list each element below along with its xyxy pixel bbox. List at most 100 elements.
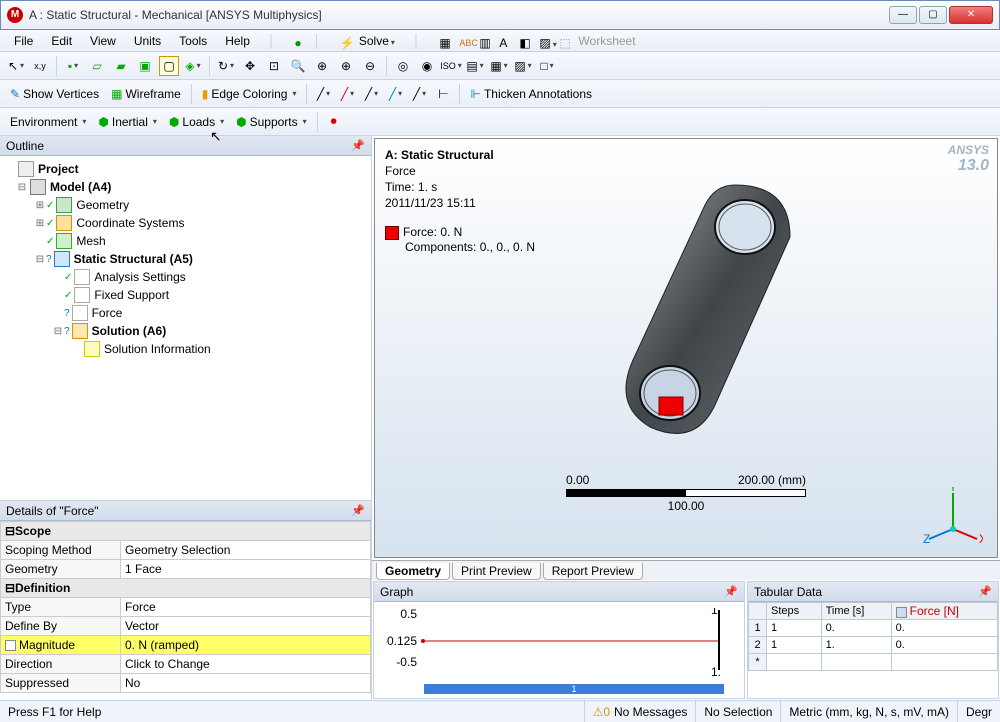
tree-project[interactable]: Project bbox=[36, 162, 81, 176]
edge-opt5-icon[interactable]: ╱ bbox=[409, 84, 429, 104]
row-1-steps[interactable]: 1 bbox=[767, 620, 822, 637]
menu-help[interactable]: Help bbox=[217, 32, 258, 50]
iso-icon[interactable]: ISO bbox=[441, 56, 461, 76]
edge-opt4-icon[interactable]: ╱ bbox=[385, 84, 405, 104]
inertial-button[interactable]: ⬢Inertial bbox=[94, 115, 161, 129]
record-icon[interactable]: ⏺ bbox=[324, 112, 344, 132]
viewport-3d[interactable]: A: Static Structural Force Time: 1. s 20… bbox=[374, 138, 998, 558]
edge-select-icon[interactable]: ▱ bbox=[87, 56, 107, 76]
solve-button[interactable]: Solve bbox=[351, 32, 403, 50]
loads-button[interactable]: ⬢Loads bbox=[165, 115, 228, 129]
detail-direction-val[interactable]: Click to Change bbox=[121, 655, 371, 674]
detail-geom-val[interactable]: 1 Face bbox=[121, 560, 371, 579]
view3-icon[interactable]: ▨ bbox=[513, 56, 533, 76]
zoom-out-icon[interactable]: ⊖ bbox=[360, 56, 380, 76]
tb-icon-5[interactable]: ◧ bbox=[510, 32, 528, 50]
tb-icon-1[interactable]: ▦ bbox=[430, 32, 448, 50]
row-1-force[interactable]: 0. bbox=[891, 620, 997, 637]
row-1-time[interactable]: 0. bbox=[821, 620, 891, 637]
edge-opt1-icon[interactable]: ╱ bbox=[313, 84, 333, 104]
view4-icon[interactable]: □ bbox=[537, 56, 557, 76]
expand-icon[interactable]: ⊞ bbox=[34, 218, 46, 229]
row-new[interactable]: * bbox=[749, 654, 767, 671]
details-grid[interactable]: ⊟Scope Scoping MethodGeometry Selection … bbox=[0, 521, 371, 700]
close-button[interactable]: ✕ bbox=[949, 6, 993, 24]
tree-mesh[interactable]: Mesh bbox=[74, 234, 107, 248]
detail-scope-cat[interactable]: Scope bbox=[15, 524, 51, 538]
edge-opt3-icon[interactable]: ╱ bbox=[361, 84, 381, 104]
thicken-button[interactable]: ⊩Thicken Annotations bbox=[466, 87, 596, 101]
expand-icon[interactable]: ⊟ bbox=[52, 326, 64, 337]
menu-file[interactable]: File bbox=[6, 32, 41, 50]
body-select-icon[interactable]: ▣ bbox=[135, 56, 155, 76]
edge-opt2-icon[interactable]: ╱ bbox=[337, 84, 357, 104]
status-units[interactable]: Metric (mm, kg, N, s, mV, mA) bbox=[781, 701, 958, 722]
graph-selection-bar[interactable]: 1 bbox=[424, 684, 724, 694]
detail-def-cat[interactable]: Definition bbox=[15, 581, 70, 595]
tabular-grid[interactable]: StepsTime [s]Force [N] 110.0. 211.0. * bbox=[748, 602, 998, 698]
tree-model[interactable]: Model (A4) bbox=[48, 180, 113, 194]
face-select-icon[interactable]: ▰ bbox=[111, 56, 131, 76]
menu-edit[interactable]: Edit bbox=[43, 32, 80, 50]
view2-icon[interactable]: ▦ bbox=[489, 56, 509, 76]
maximize-button[interactable]: ▢ bbox=[919, 6, 947, 24]
tree-fixed-support[interactable]: Fixed Support bbox=[92, 288, 171, 302]
graph-area[interactable]: 0.5 -0.125 -0.5 1. 1. 1 bbox=[374, 602, 744, 698]
col-steps[interactable]: Steps bbox=[767, 603, 822, 620]
col-time[interactable]: Time [s] bbox=[821, 603, 891, 620]
expand-icon[interactable]: ⊟ bbox=[34, 254, 46, 265]
tb-icon-6[interactable]: ▨ bbox=[530, 32, 548, 50]
tb-icon-4[interactable]: A bbox=[490, 32, 508, 50]
pan-icon[interactable]: ✥ bbox=[240, 56, 260, 76]
row-2-time[interactable]: 1. bbox=[821, 637, 891, 654]
environment-button[interactable]: Environment bbox=[6, 115, 90, 129]
tb-abc-icon[interactable]: ABC bbox=[450, 32, 468, 50]
solve-icon[interactable]: ⚡ bbox=[331, 32, 349, 50]
tree-solution-info[interactable]: Solution Information bbox=[102, 342, 213, 356]
zoom-box-icon[interactable]: ⊡ bbox=[264, 56, 284, 76]
wireframe-button[interactable]: ▦Wireframe bbox=[107, 87, 185, 101]
tree-solution[interactable]: Solution (A6) bbox=[90, 324, 169, 338]
supports-button[interactable]: ⬢Supports bbox=[232, 115, 311, 129]
go-icon[interactable]: ● bbox=[285, 32, 303, 50]
graph-pin-icon[interactable]: 📌 bbox=[724, 585, 738, 598]
row-2-n[interactable]: 2 bbox=[749, 637, 767, 654]
tree-geometry[interactable]: Geometry bbox=[74, 198, 131, 212]
tab-report-preview[interactable]: Report Preview bbox=[543, 563, 643, 580]
show-vertices-button[interactable]: ✎Show Vertices bbox=[6, 87, 103, 101]
detail-scoping-val[interactable]: Geometry Selection bbox=[121, 541, 371, 560]
menu-view[interactable]: View bbox=[82, 32, 124, 50]
tree-coord[interactable]: Coordinate Systems bbox=[74, 216, 186, 230]
zoom-fit-icon[interactable]: ⊕ bbox=[312, 56, 332, 76]
col-force[interactable]: Force [N] bbox=[891, 603, 997, 620]
view-mode-icon[interactable]: ▤ bbox=[465, 56, 485, 76]
row-2-force[interactable]: 0. bbox=[891, 637, 997, 654]
tree-analysis-settings[interactable]: Analysis Settings bbox=[92, 270, 187, 284]
select-icon[interactable]: ↖ bbox=[6, 56, 26, 76]
force-col-checkbox[interactable] bbox=[896, 607, 907, 618]
cube-select-icon[interactable]: ◈ bbox=[183, 56, 203, 76]
tabular-pin-icon[interactable]: 📌 bbox=[978, 585, 992, 598]
edge-legend-icon[interactable]: ⊢ bbox=[433, 84, 453, 104]
expand-icon[interactable]: ⊟ bbox=[16, 182, 28, 193]
probe2-icon[interactable]: ◉ bbox=[417, 56, 437, 76]
status-messages[interactable]: ⚠0No Messages bbox=[585, 701, 697, 722]
details-pin-icon[interactable]: 📌 bbox=[351, 504, 365, 517]
magnitude-checkbox[interactable] bbox=[5, 640, 16, 651]
probe-icon[interactable]: ◎ bbox=[393, 56, 413, 76]
minimize-button[interactable]: — bbox=[889, 6, 917, 24]
triad-icon[interactable]: X Y Z bbox=[923, 487, 983, 547]
tb-icon-3[interactable]: ▥ bbox=[470, 32, 488, 50]
menu-tools[interactable]: Tools bbox=[171, 32, 215, 50]
edge-coloring-button[interactable]: ▮Edge Coloring bbox=[198, 87, 301, 101]
tab-print-preview[interactable]: Print Preview bbox=[452, 563, 541, 580]
xyz-icon[interactable]: x,y bbox=[30, 56, 50, 76]
expand-icon[interactable]: ⊞ bbox=[34, 200, 46, 211]
detail-suppressed-val[interactable]: No bbox=[121, 674, 371, 693]
zoom-icon[interactable]: 🔍 bbox=[288, 56, 308, 76]
vertex-select-icon[interactable]: ▪ bbox=[63, 56, 83, 76]
detail-type-val[interactable]: Force bbox=[121, 598, 371, 617]
outline-tree[interactable]: Project ⊟Model (A4) ⊞✓Geometry ⊞✓Coordin… bbox=[0, 156, 371, 500]
tab-geometry[interactable]: Geometry bbox=[376, 563, 450, 580]
menu-units[interactable]: Units bbox=[126, 32, 169, 50]
